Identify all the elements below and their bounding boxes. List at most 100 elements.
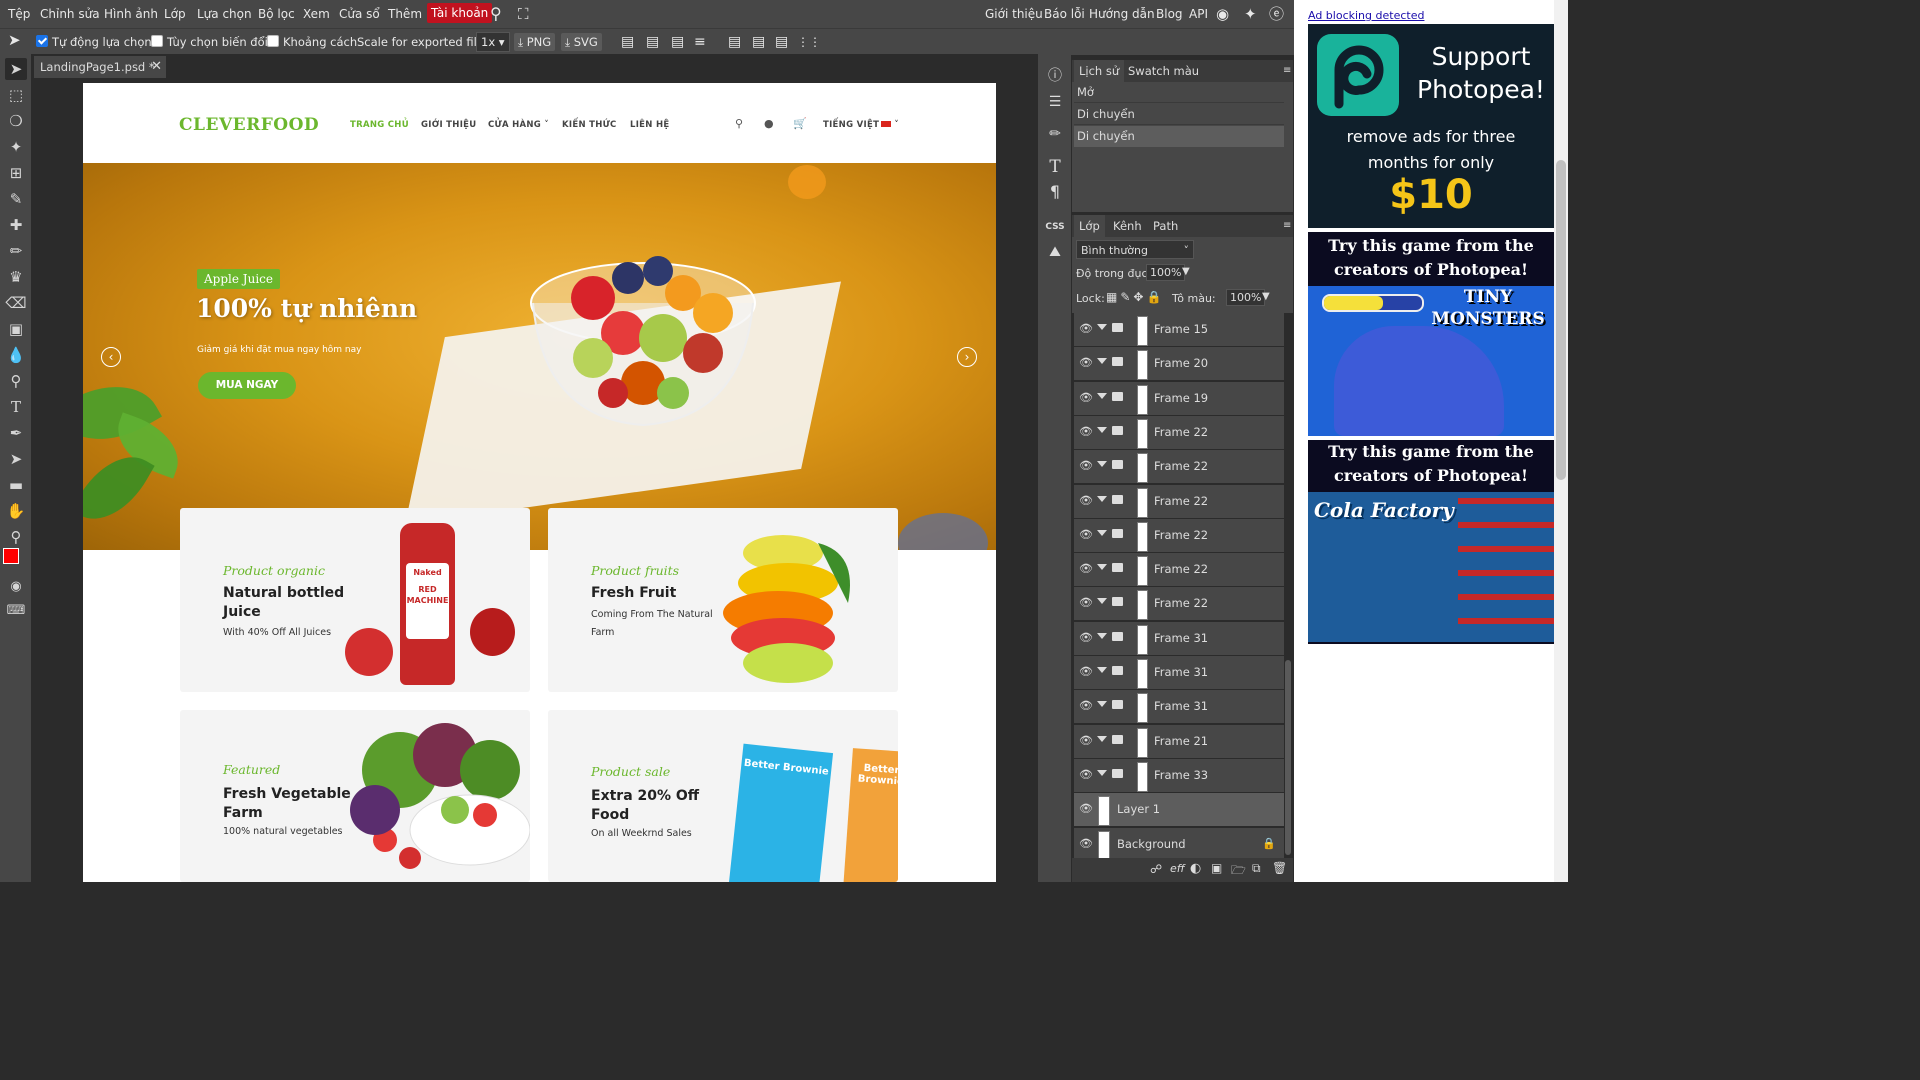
visibility-eye-icon[interactable]: 👁 [1079,425,1093,438]
align-middle-icon[interactable]: ▤ [752,33,765,51]
tab-history[interactable]: Lịch sử [1074,60,1125,82]
paragraph-icon[interactable]: ¶ [1045,182,1065,202]
ad-blocking-link[interactable]: Ad blocking detected [1308,9,1424,22]
expand-triangle-icon[interactable] [1097,735,1107,742]
visibility-eye-icon[interactable]: 👁 [1079,494,1093,507]
distances-checkbox[interactable]: Khoảng cách [267,33,357,51]
opacity-dropdown-icon[interactable]: ▼ [1182,266,1190,277]
visibility-eye-icon[interactable]: 👁 [1079,802,1093,815]
eyedropper-icon[interactable]: ✎ [5,188,27,210]
info-icon[interactable]: ⓘ [1045,66,1065,86]
visibility-eye-icon[interactable]: 👁 [1079,459,1093,472]
expand-triangle-icon[interactable] [1097,495,1107,502]
scale-select[interactable]: 1x ▾ [476,32,510,52]
expand-triangle-icon[interactable] [1097,598,1107,605]
character-icon[interactable]: T [1045,157,1065,177]
expand-triangle-icon[interactable] [1097,392,1107,399]
layer-row[interactable]: 👁 Frame 22 [1074,484,1284,519]
brush-tool-icon[interactable]: ✏ [5,240,27,262]
align-left-icon[interactable]: ▤ [621,33,634,51]
transform-checkbox[interactable]: Tùy chọn biến đổi [151,33,268,51]
menu-filter[interactable]: Bộ lọc [258,0,295,28]
visibility-eye-icon[interactable]: 👁 [1079,356,1093,369]
menu-select[interactable]: Lựa chọn [197,0,252,28]
keyboard-icon[interactable]: ⌨ [5,600,27,622]
facebook-icon[interactable]: ⓔ [1269,0,1284,28]
game-ad-cola-factory[interactable]: Try this game from the creators of Photo… [1308,440,1554,644]
brush-settings-icon[interactable]: ✏ [1045,124,1065,144]
visibility-eye-icon[interactable]: 👁 [1079,528,1093,541]
layer-row[interactable]: 👁 Frame 22 [1074,415,1284,450]
layer-row[interactable]: 👁 Frame 31 [1074,656,1284,690]
reddit-icon[interactable]: ◉ [1216,0,1229,28]
export-png-button[interactable]: ⤓ PNG [514,33,556,51]
tab-swatches[interactable]: Swatch màu [1123,60,1204,82]
menu-layer[interactable]: Lớp [164,0,186,28]
menu-more[interactable]: Thêm [388,0,422,28]
lock-options-icon[interactable]: ▦✎✥🔒 [1106,290,1164,304]
menu-window[interactable]: Cửa sổ [339,0,380,28]
menu-view[interactable]: Xem [303,0,330,28]
foreground-color-swatch[interactable] [3,548,19,564]
layer-row[interactable]: 👁 Frame 20 [1074,347,1284,382]
blend-mode-select[interactable]: Bình thường ˅ [1076,240,1194,259]
menu-file[interactable]: Tệp [8,0,30,28]
expand-triangle-icon[interactable] [1097,324,1107,330]
zoom-tool-icon[interactable]: ⚲ [5,526,27,548]
fill-input[interactable]: 100% [1226,289,1266,306]
menu-image[interactable]: Hình ảnh [104,0,158,28]
effects-icon[interactable]: eff [1170,862,1185,875]
eraser-tool-icon[interactable]: ⌫ [5,292,27,314]
visibility-eye-icon[interactable]: 👁 [1079,837,1093,850]
layer-row[interactable]: 👁 Frame 22 [1074,450,1284,485]
menu-api[interactable]: API [1189,0,1208,28]
visibility-eye-icon[interactable]: 👁 [1079,768,1093,781]
trash-icon[interactable]: 🗑 [1272,861,1287,875]
dodge-tool-icon[interactable]: ⚲ [5,370,27,392]
export-svg-button[interactable]: ⤓ SVG [561,33,602,51]
image-icon[interactable]: ⛰ [1045,242,1065,262]
type-tool-icon[interactable]: T [5,396,27,418]
auto-select-checkbox[interactable]: Tự động lựa chọn [36,33,152,51]
history-item[interactable]: Di chuyển [1074,126,1284,147]
fullscreen-icon[interactable]: ⛶ [518,0,529,28]
visibility-eye-icon[interactable]: 👁 [1079,322,1093,335]
visibility-eye-icon[interactable]: 👁 [1079,391,1093,404]
visibility-eye-icon[interactable]: 👁 [1079,734,1093,747]
visibility-eye-icon[interactable]: 👁 [1079,699,1093,712]
layer-row[interactable]: 👁 Frame 31 [1074,621,1284,656]
marquee-tool-icon[interactable]: ⬚ [5,84,27,106]
gradient-tool-icon[interactable]: ▣ [5,318,27,340]
layer-row[interactable]: 👁 Frame 33 [1074,758,1284,793]
page-scrollbar[interactable] [1554,0,1568,882]
adjustments-icon[interactable]: ☰ [1045,92,1065,112]
menu-edit[interactable]: Chỉnh sửa [40,0,100,28]
opacity-input[interactable]: 100% [1146,264,1186,281]
menu-blog[interactable]: Blog [1156,0,1183,28]
visibility-eye-icon[interactable]: 👁 [1079,631,1093,644]
folder-icon[interactable]: 🗁 [1231,861,1246,882]
expand-triangle-icon[interactable] [1097,358,1107,365]
scrollbar-thumb[interactable] [1556,160,1566,480]
layer-row[interactable]: 👁 Frame 31 [1074,690,1284,725]
align-top-icon[interactable]: ▤ [728,33,741,51]
healing-brush-icon[interactable]: ✚ [5,214,27,236]
layer-row[interactable]: 👁 Frame 21 [1074,724,1284,759]
distribute-v-icon[interactable]: ⋮⋮ [797,33,821,51]
pen-tool-icon[interactable]: ✒ [5,422,27,444]
fill-dropdown-icon[interactable]: ▼ [1262,291,1270,302]
new-layer-icon[interactable]: ⧉ [1252,861,1261,876]
magic-wand-icon[interactable]: ✦ [5,136,27,158]
layer-row[interactable]: 👁 Frame 22 [1074,553,1284,588]
path-select-icon[interactable]: ➤ [5,448,27,470]
quick-mask-icon[interactable]: ◉ [5,576,27,598]
history-item[interactable]: Mở [1074,82,1284,103]
blur-tool-icon[interactable]: 💧 [5,344,27,366]
adjustment-icon[interactable]: ◐ [1190,861,1201,876]
tab-channels[interactable]: Kênh [1108,215,1147,237]
history-item[interactable]: Di chuyển [1074,104,1284,125]
tab-paths[interactable]: Path [1148,215,1183,237]
crop-tool-icon[interactable]: ⊞ [5,162,27,184]
shape-tool-icon[interactable]: ▬ [5,474,27,496]
expand-triangle-icon[interactable] [1097,461,1107,468]
